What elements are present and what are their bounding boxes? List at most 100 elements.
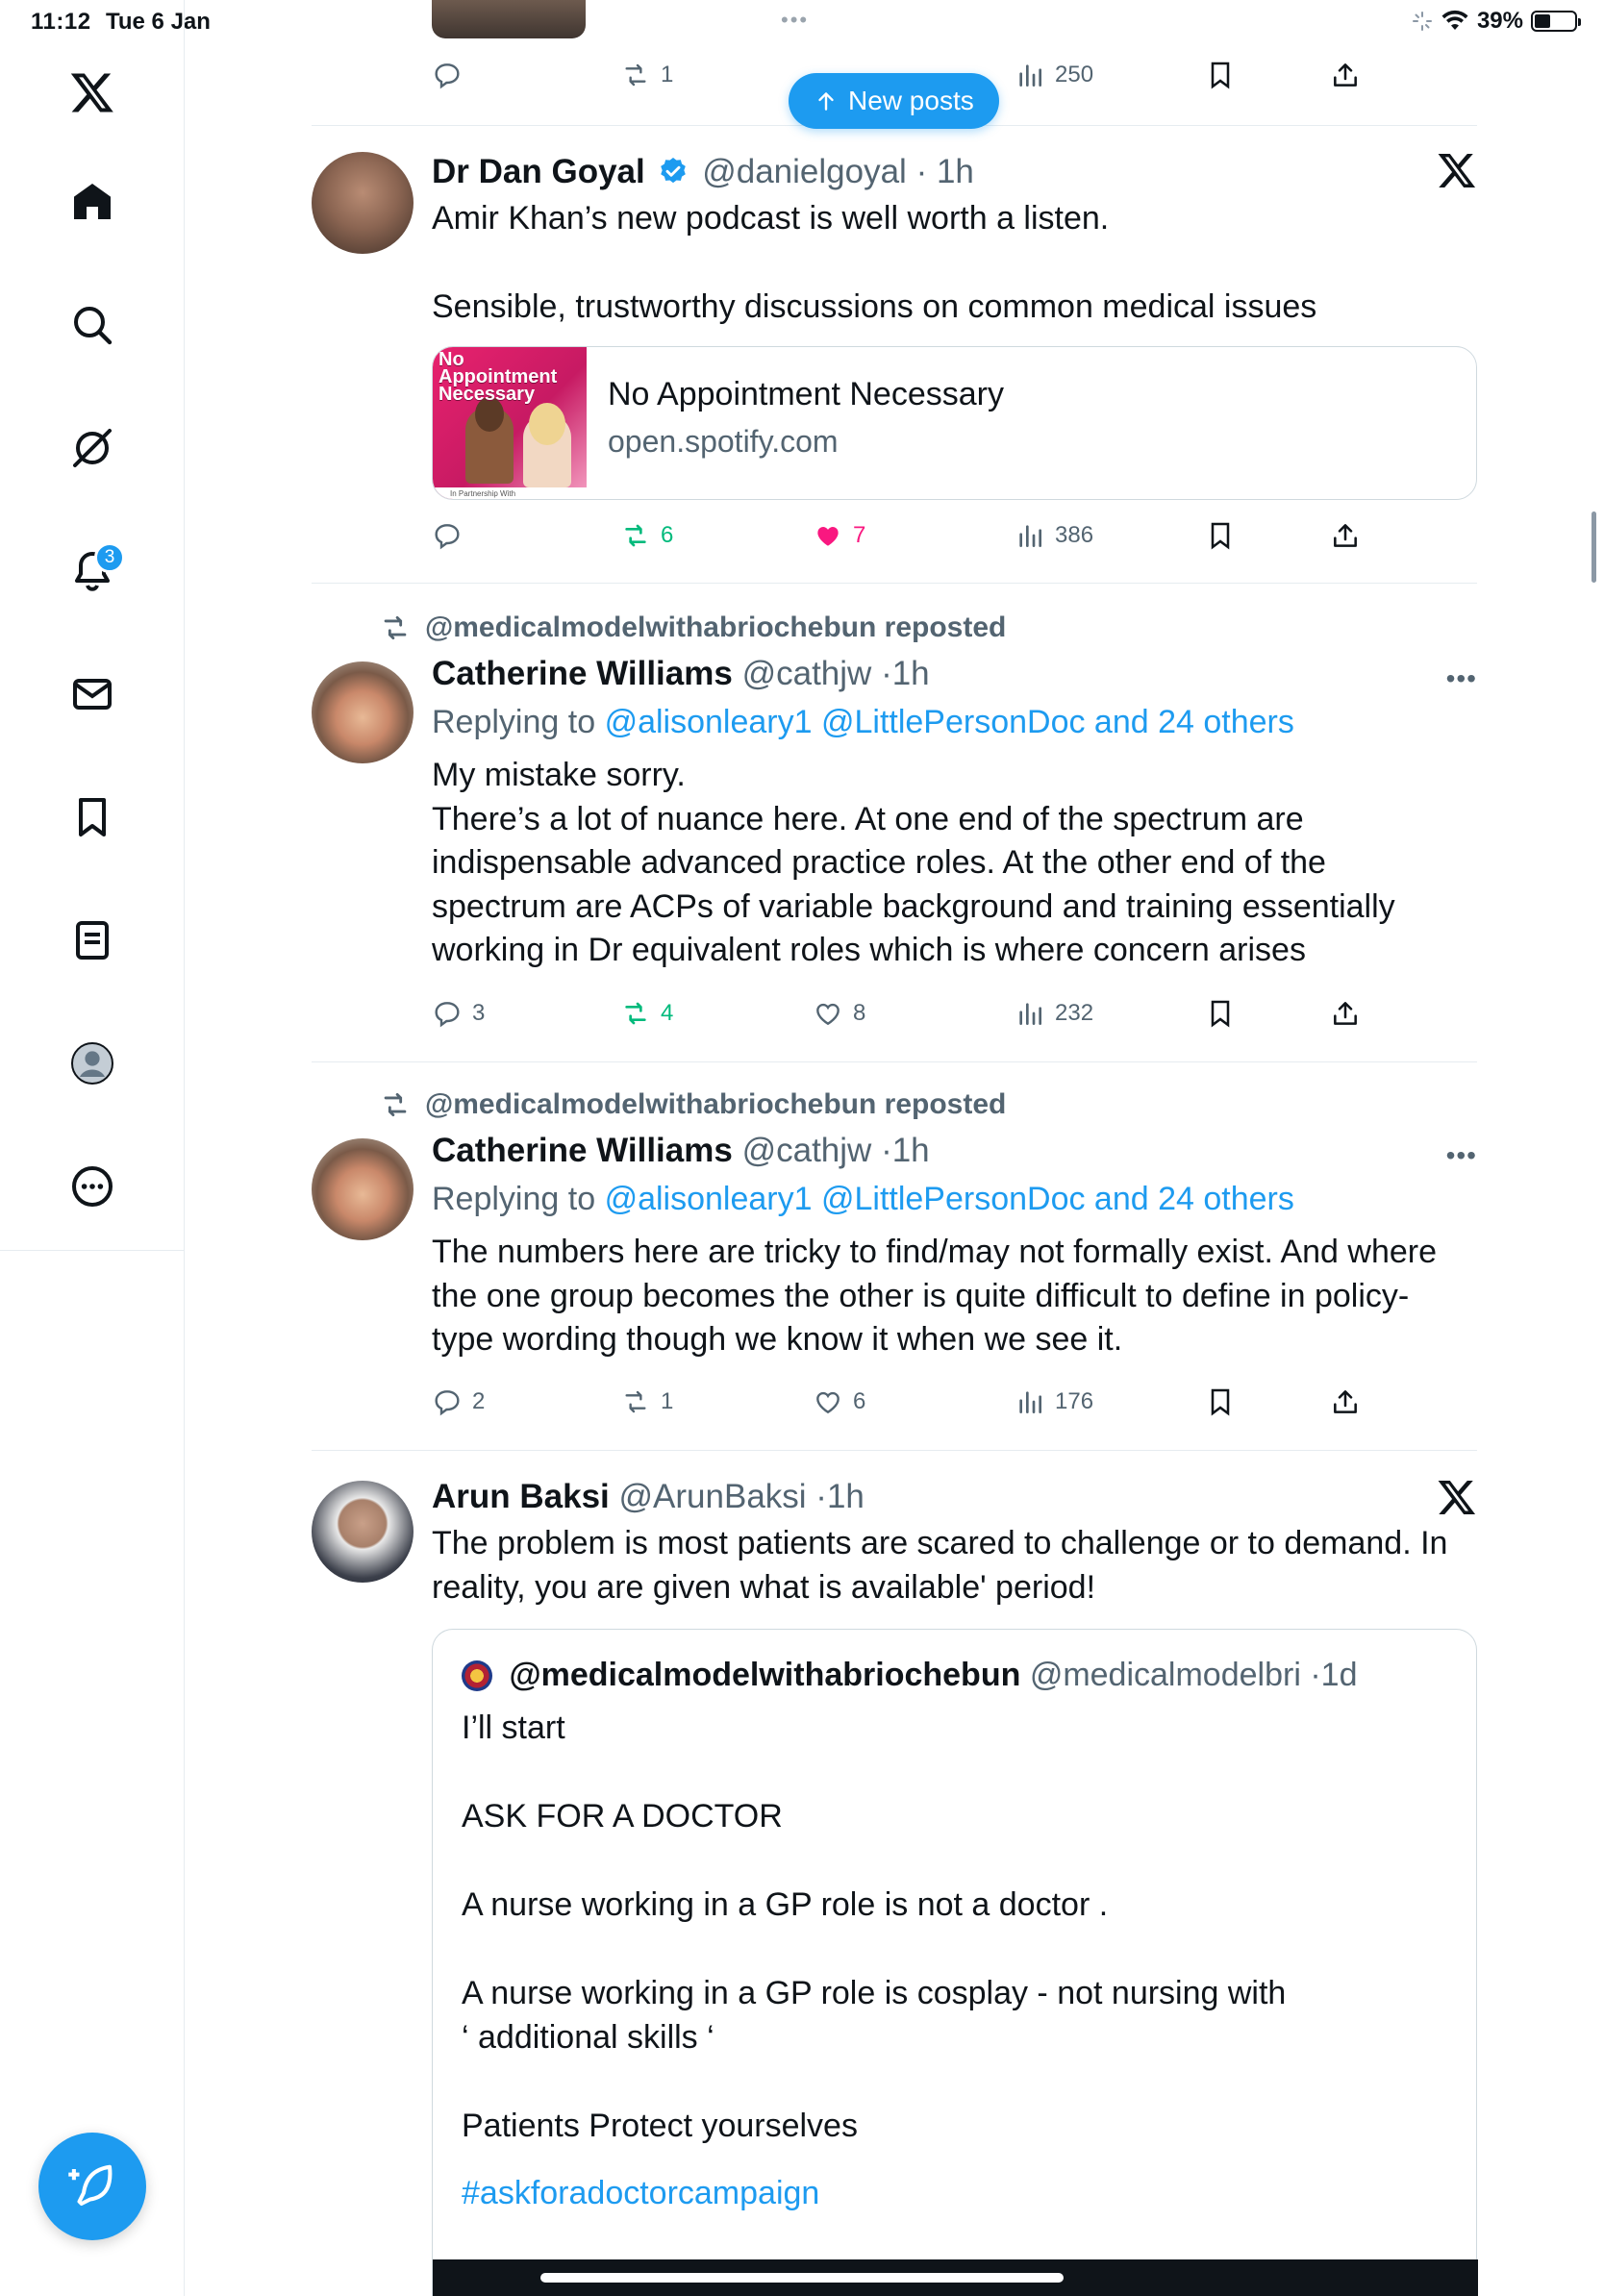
- quoted-avatar[interactable]: [462, 1660, 492, 1691]
- replying-to-link[interactable]: @alisonleary1 @LittlePersonDoc and 24 ot…: [605, 704, 1294, 740]
- grok-icon[interactable]: [62, 417, 123, 479]
- share-button[interactable]: [1330, 1386, 1361, 1417]
- more-options-icon[interactable]: •••: [1446, 663, 1477, 694]
- more-options-icon[interactable]: •••: [1446, 1140, 1477, 1171]
- bookmark-icon[interactable]: [62, 786, 123, 848]
- views-count: 386: [1055, 522, 1094, 548]
- list-icon[interactable]: [62, 910, 123, 971]
- activity-spinner-icon: [1412, 12, 1432, 31]
- new-posts-button[interactable]: New posts: [789, 73, 999, 129]
- repost-label: @medicalmodelwithabriochebun reposted: [425, 1088, 1007, 1120]
- bookmark-button[interactable]: [1205, 520, 1236, 551]
- sidebar: 3: [0, 0, 185, 2296]
- author-handle[interactable]: @danielgoyal: [702, 153, 907, 190]
- quoted-tweet[interactable]: @medicalmodelwithabriochebun @medicalmod…: [432, 1629, 1477, 2296]
- views-button[interactable]: 232: [1015, 998, 1093, 1029]
- repost-indicator[interactable]: @medicalmodelwithabriochebun reposted: [379, 611, 1006, 644]
- x-logo-icon[interactable]: [62, 62, 123, 123]
- reply-button[interactable]: [432, 520, 472, 551]
- podcast-thumbnail: No Appointment Necessary In Partnership …: [433, 347, 587, 499]
- reply-count: 3: [472, 1000, 486, 1026]
- author-name[interactable]: Arun Baksi: [432, 1478, 610, 1515]
- home-icon[interactable]: [62, 171, 123, 233]
- notification-badge: 3: [94, 542, 125, 573]
- share-button[interactable]: [1330, 520, 1361, 551]
- link-card[interactable]: No Appointment Necessary In Partnership …: [432, 346, 1477, 500]
- author-name[interactable]: Dr Dan Goyal: [432, 153, 645, 190]
- wifi-icon: [1441, 10, 1468, 30]
- more-icon[interactable]: [62, 1156, 123, 1217]
- tweet-time[interactable]: 1h: [937, 153, 974, 190]
- replying-prefix: Replying to: [432, 1181, 596, 1217]
- home-indicator[interactable]: [540, 2273, 1064, 2283]
- replying-prefix: Replying to: [432, 704, 596, 740]
- quoted-time[interactable]: 1d: [1321, 1657, 1358, 1693]
- author-name[interactable]: Catherine Williams: [432, 1132, 733, 1169]
- envelope-icon[interactable]: [62, 663, 123, 725]
- card-title: No Appointment Necessary: [608, 376, 1004, 412]
- profile-icon[interactable]: [62, 1033, 123, 1094]
- author-handle[interactable]: @ArunBaksi: [619, 1478, 807, 1515]
- tweet-text: The numbers here are tricky to find/may …: [432, 1234, 1438, 1358]
- retweet-count: 1: [661, 62, 674, 87]
- like-button[interactable]: 7: [813, 520, 865, 551]
- retweet-count: 4: [661, 1000, 674, 1026]
- status-indicators: 39%: [1412, 8, 1581, 35]
- views-button[interactable]: 250: [1015, 60, 1093, 90]
- avatar[interactable]: [312, 1138, 414, 1240]
- replying-to: Replying to @alisonleary1 @LittlePersonD…: [432, 702, 1477, 742]
- battery-icon: [1531, 11, 1581, 32]
- quoted-author-handle[interactable]: @medicalmodelbri: [1030, 1657, 1301, 1693]
- share-button[interactable]: [1330, 998, 1361, 1029]
- bell-icon[interactable]: 3: [62, 540, 125, 602]
- repost-icon: [384, 615, 407, 640]
- x-source-icon[interactable]: [1437, 150, 1477, 190]
- retweet-button[interactable]: 6: [620, 520, 673, 551]
- retweet-button[interactable]: 4: [620, 998, 673, 1029]
- author-name[interactable]: Catherine Williams: [432, 655, 733, 692]
- avatar[interactable]: [312, 1481, 414, 1583]
- hashtag-link[interactable]: #askforadoctorcampaign: [462, 2171, 1452, 2215]
- replying-to: Replying to @alisonleary1 @LittlePersonD…: [432, 1179, 1477, 1219]
- share-button[interactable]: [1330, 60, 1361, 90]
- reply-button[interactable]: 2: [432, 1386, 485, 1417]
- like-count: 7: [853, 522, 866, 548]
- bookmark-button[interactable]: [1205, 60, 1236, 90]
- scrollbar[interactable]: [1591, 512, 1596, 583]
- views-button[interactable]: 176: [1015, 1386, 1093, 1417]
- tweet-text: Amir Khan’s new podcast is well worth a …: [432, 200, 1317, 325]
- reply-count: 2: [472, 1388, 486, 1414]
- retweet-button[interactable]: 1: [620, 60, 673, 90]
- author-handle[interactable]: @cathjw: [742, 1132, 872, 1169]
- tweet-time[interactable]: 1h: [892, 655, 930, 692]
- bookmark-button[interactable]: [1205, 1386, 1236, 1417]
- quoted-author-name[interactable]: @medicalmodelwithabriochebun: [509, 1657, 1020, 1693]
- like-count: 8: [853, 1000, 866, 1026]
- new-posts-label: New posts: [848, 86, 974, 115]
- reply-button[interactable]: [432, 60, 463, 90]
- x-source-icon[interactable]: [1437, 1477, 1477, 1517]
- tweet-divider: [312, 1061, 1477, 1062]
- tweet-time[interactable]: 1h: [892, 1132, 930, 1169]
- retweet-button[interactable]: 1: [620, 1386, 673, 1417]
- avatar[interactable]: [312, 152, 414, 254]
- partial-media: [432, 0, 586, 38]
- avatar[interactable]: [312, 661, 414, 763]
- like-button[interactable]: 6: [813, 1386, 865, 1417]
- tweet-divider: [312, 1450, 1477, 1451]
- replying-to-link[interactable]: @alisonleary1 @LittlePersonDoc and 24 ot…: [605, 1181, 1294, 1217]
- verified-badge-icon: [661, 158, 687, 184]
- like-button[interactable]: 8: [813, 998, 865, 1029]
- search-icon[interactable]: [62, 294, 123, 356]
- views-count: 232: [1055, 1000, 1094, 1026]
- multitasking-dots-icon[interactable]: •••: [781, 8, 809, 33]
- arrow-up-icon: [818, 92, 834, 111]
- bookmark-button[interactable]: [1205, 998, 1236, 1029]
- reply-button[interactable]: 3: [432, 998, 485, 1029]
- repost-indicator[interactable]: @medicalmodelwithabriochebun reposted: [379, 1088, 1006, 1121]
- views-button[interactable]: 386: [1015, 520, 1093, 551]
- compose-button[interactable]: [38, 2133, 146, 2240]
- author-handle[interactable]: @cathjw: [742, 655, 872, 692]
- compose-feather-icon: [68, 2164, 113, 2207]
- tweet-time[interactable]: 1h: [827, 1478, 865, 1515]
